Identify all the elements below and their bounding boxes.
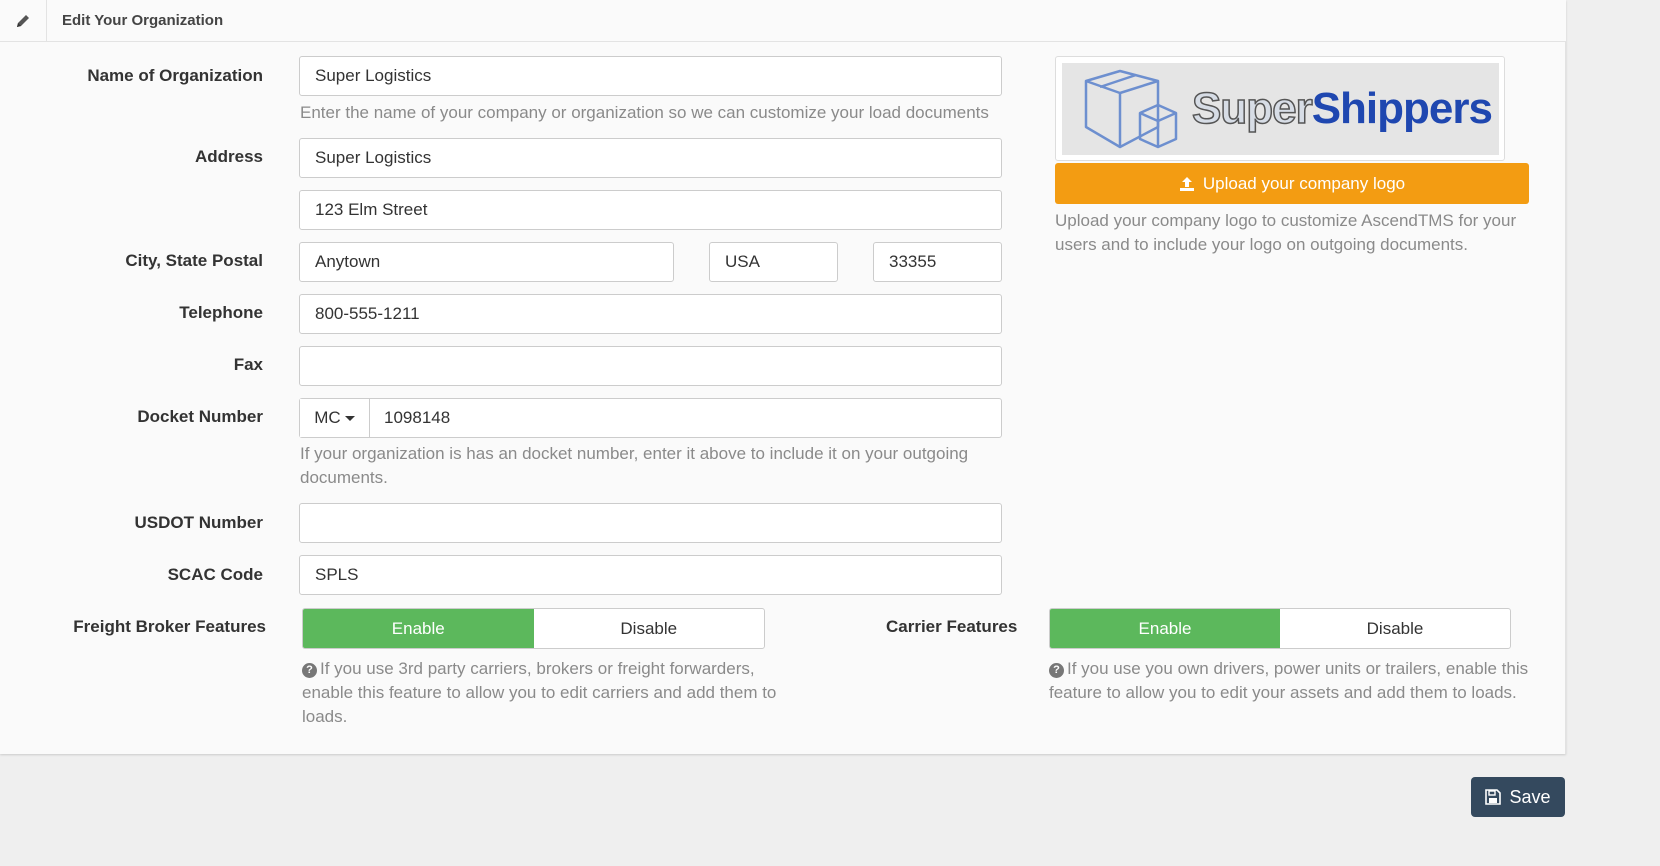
address-line2-input[interactable]: 123 Elm Street [299,190,1002,230]
telephone-input[interactable]: 800-555-1211 [299,294,1002,334]
usdot-input[interactable] [299,503,1002,543]
docket-type-dropdown[interactable]: MC [300,399,370,437]
company-logo-preview: SuperShippers [1055,56,1505,161]
postal-input[interactable]: 33355 [873,242,1002,282]
panel-header: Edit Your Organization [0,0,1566,42]
city-state-postal-label: City, State Postal [125,251,263,270]
logo-text-shippers: Shippers [1311,84,1493,133]
caret-down-icon [344,415,355,421]
logo-text-super: Super [1191,83,1313,134]
question-circle-icon: ? [1049,663,1064,678]
carrier-features-label: Carrier Features [886,617,1018,636]
carrier-help-text: ? If you use you own drivers, power units… [1049,657,1529,705]
docket-type-value: MC [314,408,341,427]
broker-disable-button[interactable]: Disable [534,609,765,648]
broker-enable-button[interactable]: Enable [303,609,534,648]
floppy-disk-icon [1485,789,1502,805]
upload-help-text: Upload your company logo to customize As… [1055,211,1517,254]
docket-label: Docket Number [137,407,263,426]
pencil-icon [0,0,47,41]
address-line1-input[interactable]: Super Logistics [299,138,1002,178]
upload-icon [1179,176,1194,191]
state-input[interactable]: USA [709,242,838,282]
broker-features-toggle: Enable Disable [302,608,765,649]
carrier-disable-button[interactable]: Disable [1280,609,1510,648]
upload-logo-button[interactable]: Upload your company logo [1055,163,1529,204]
city-input[interactable]: Anytown [299,242,674,282]
carrier-help-content: If you use you own drivers, power units … [1049,659,1529,702]
question-circle-icon: ? [302,663,317,678]
save-label: Save [1509,786,1551,807]
docket-number-input[interactable]: 1098148 [370,399,1001,437]
upload-logo-label: Upload your company logo [1202,173,1406,193]
carrier-features-toggle: Enable Disable [1049,608,1511,649]
organization-name-input[interactable]: Super Logistics [299,56,1002,96]
telephone-label: Telephone [179,303,263,322]
carrier-enable-button[interactable]: Enable [1050,609,1280,648]
address-label: Address [194,147,263,166]
usdot-label: USDOT Number [134,513,263,532]
edit-organization-panel: Edit Your Organization Name of Organizat… [0,0,1566,754]
scac-input[interactable]: SPLS [299,555,1002,595]
fax-label: Fax [233,355,263,374]
docket-input-group: MC 1098148 [299,398,1002,438]
save-button[interactable]: Save [1471,777,1565,817]
name-help-text: Enter the name of your company or organi… [300,103,989,122]
box-logo-icon [1084,69,1178,149]
broker-features-label: Freight Broker Features [73,617,266,636]
broker-help-content: If you use 3rd party carriers, brokers o… [302,659,777,726]
broker-help-text: ? If you use 3rd party carriers, brokers … [302,657,782,729]
fax-input[interactable] [299,346,1002,386]
logo-image: SuperShippers [1062,63,1499,155]
name-label: Name of Organization [87,66,263,85]
panel-title: Edit Your Organization [62,12,224,29]
docket-help-text: If your organization is has an docket nu… [300,444,969,487]
scac-label: SCAC Code [167,565,263,584]
